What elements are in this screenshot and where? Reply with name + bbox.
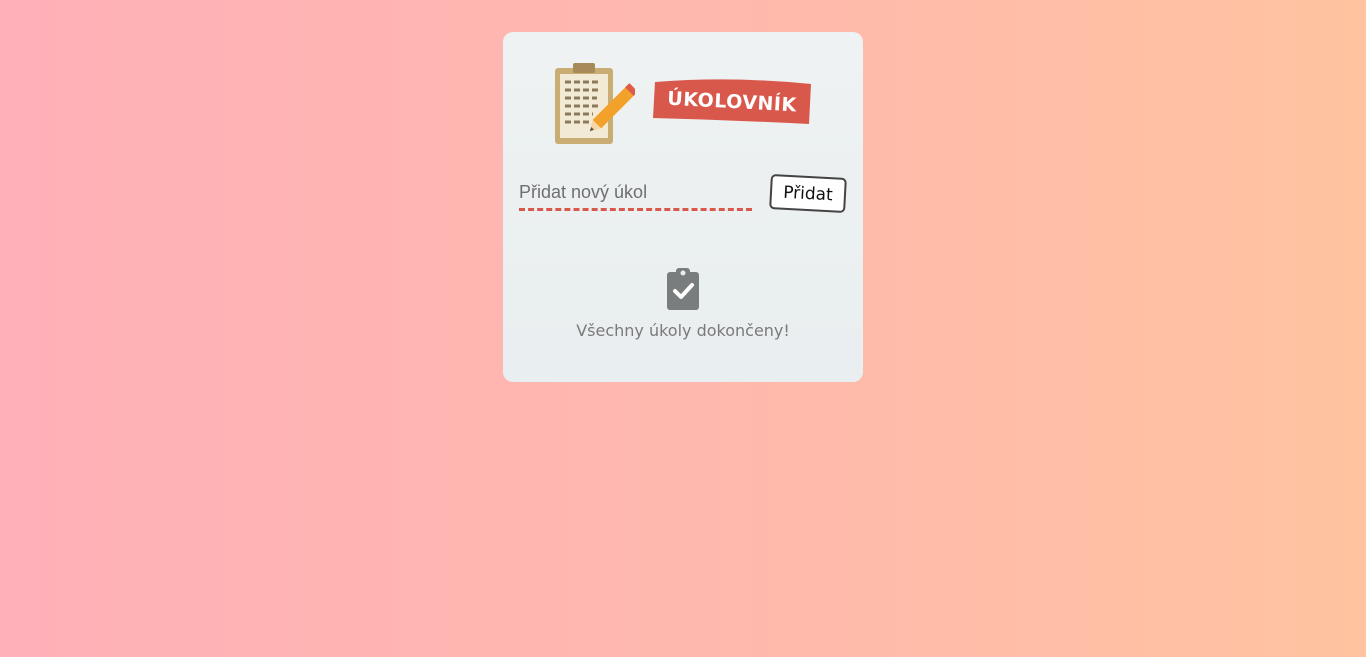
todo-card: ÚKOLOVNÍK Přidat Všechny úkoly dokončeny…	[503, 32, 863, 382]
empty-state-message: Všechny úkoly dokončeny!	[576, 321, 790, 340]
clipboard-check-icon	[667, 268, 699, 310]
app-title: ÚKOLOVNÍK	[666, 87, 798, 117]
new-task-input[interactable]	[519, 177, 752, 211]
clipboard-pencil-icon	[555, 63, 635, 144]
add-task-button[interactable]: Přidat	[769, 174, 847, 213]
